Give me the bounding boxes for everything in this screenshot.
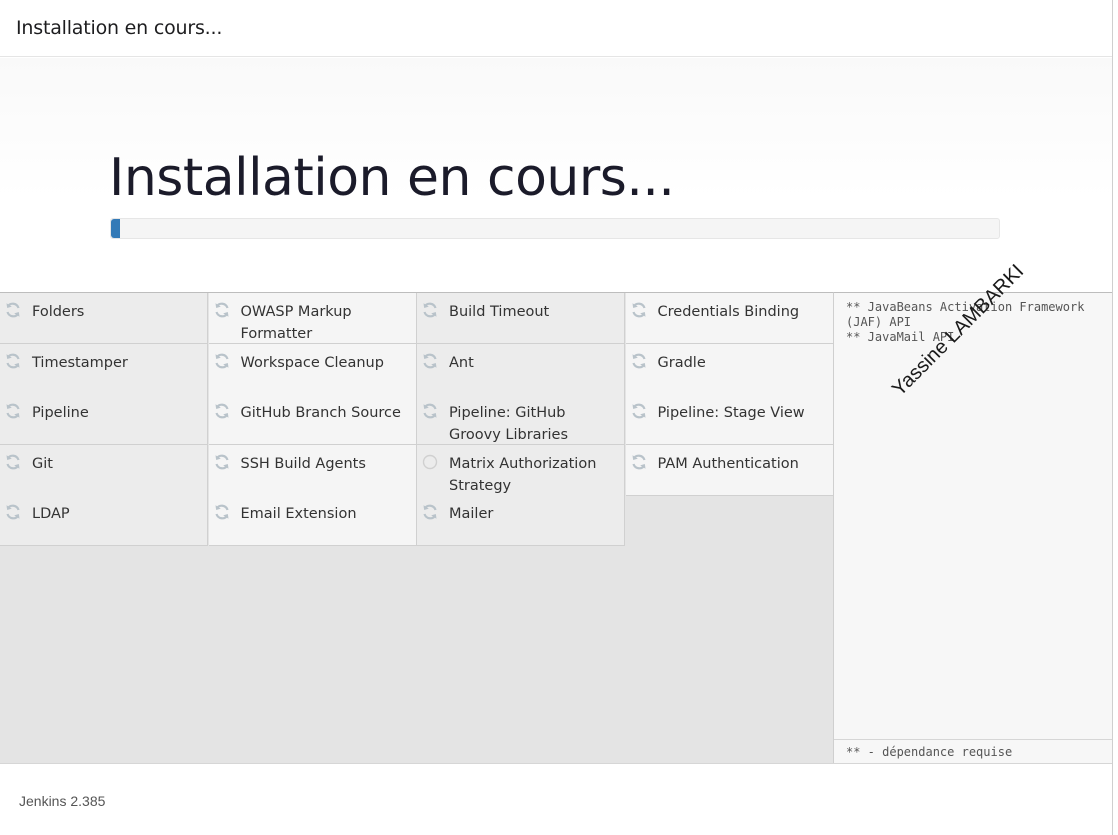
progress-fill [111, 219, 120, 238]
install-log-panel: ** JavaBeans Activation Framework (JAF) … [833, 292, 1112, 763]
plugin-item: Folders [0, 293, 208, 344]
plugin-item: LDAP [0, 495, 208, 546]
plugin-item: Mailer [417, 495, 625, 546]
plugin-name: Gradle [657, 354, 706, 371]
circle-icon [421, 453, 439, 471]
installation-hero: Installation en cours... [0, 58, 1112, 292]
plugin-item: OWASP Markup Formatter [208, 293, 417, 344]
plugin-name: LDAP [32, 506, 70, 522]
plugin-list-area: Folders OWASP Markup Formatter Build Timeo… [0, 292, 834, 763]
refresh-icon [630, 301, 648, 319]
refresh-icon [213, 503, 231, 521]
plugin-name: Ant [449, 354, 474, 371]
refresh-icon [4, 402, 22, 420]
plugin-name: Timestamper [32, 354, 128, 371]
plugin-name: Git [32, 455, 53, 472]
refresh-icon [4, 503, 22, 521]
refresh-icon [4, 453, 22, 471]
plugin-item: SSH Build Agents [208, 444, 417, 496]
plugin-item: Workspace Cleanup [208, 343, 417, 395]
plugin-item: PAM Authentication [625, 444, 834, 496]
refresh-icon [213, 301, 231, 319]
refresh-icon [421, 301, 439, 319]
refresh-icon [213, 352, 231, 370]
plugin-name: Mailer [449, 506, 494, 522]
plugin-name: Pipeline [32, 405, 89, 421]
dialog-header: Installation en cours... [0, 0, 1112, 57]
refresh-icon [630, 453, 648, 471]
plugin-item: Gradle [625, 343, 834, 395]
dialog-footer: Jenkins 2.385 [0, 763, 1112, 835]
refresh-icon [421, 402, 439, 420]
refresh-icon [213, 453, 231, 471]
plugin-name: Pipeline: GitHub Groovy Libraries [449, 405, 569, 443]
plugin-name: Email Extension [240, 506, 357, 522]
refresh-icon [4, 352, 22, 370]
plugin-name: PAM Authentication [657, 455, 799, 472]
plugin-name: Credentials Binding [657, 304, 800, 320]
install-progress-bar [110, 218, 1000, 239]
refresh-icon [630, 402, 648, 420]
plugin-name: Workspace Cleanup [240, 354, 384, 371]
plugin-name: GitHub Branch Source [240, 405, 401, 421]
plugin-item: Pipeline: Stage View [625, 394, 834, 445]
jenkins-version: Jenkins 2.385 [19, 793, 106, 809]
plugin-name: Matrix Authorization Strategy [449, 455, 597, 494]
plugin-item: Credentials Binding [625, 293, 834, 344]
plugin-name: OWASP Markup Formatter [240, 304, 352, 342]
refresh-icon [4, 301, 22, 319]
refresh-icon [630, 352, 648, 370]
refresh-icon [421, 352, 439, 370]
refresh-icon [213, 402, 231, 420]
plugin-item: GitHub Branch Source [208, 394, 417, 445]
dependency-note: ** - dépendance requise [834, 739, 1112, 763]
plugin-item: Pipeline [0, 394, 208, 445]
plugin-item: Email Extension [208, 495, 417, 546]
plugin-name: Pipeline: Stage View [657, 405, 805, 421]
plugin-item: Build Timeout [417, 293, 625, 344]
plugin-item: Pipeline: GitHub Groovy Libraries [417, 394, 625, 445]
plugin-item: Timestamper [0, 343, 208, 395]
plugin-item: Matrix Authorization Strategy [417, 444, 625, 496]
dependency-note-text: ** - dépendance requise [846, 745, 1013, 759]
page-heading: Installation en cours... [109, 148, 675, 208]
plugin-name: SSH Build Agents [240, 455, 366, 472]
plugin-item: Git [0, 444, 208, 496]
plugin-name: Build Timeout [449, 304, 550, 320]
plugin-item: Ant [417, 343, 625, 395]
dialog-title: Installation en cours... [16, 17, 223, 39]
setup-wizard-dialog: Installation en cours... Installation en… [0, 0, 1113, 835]
plugin-name: Folders [32, 304, 85, 320]
refresh-icon [421, 503, 439, 521]
